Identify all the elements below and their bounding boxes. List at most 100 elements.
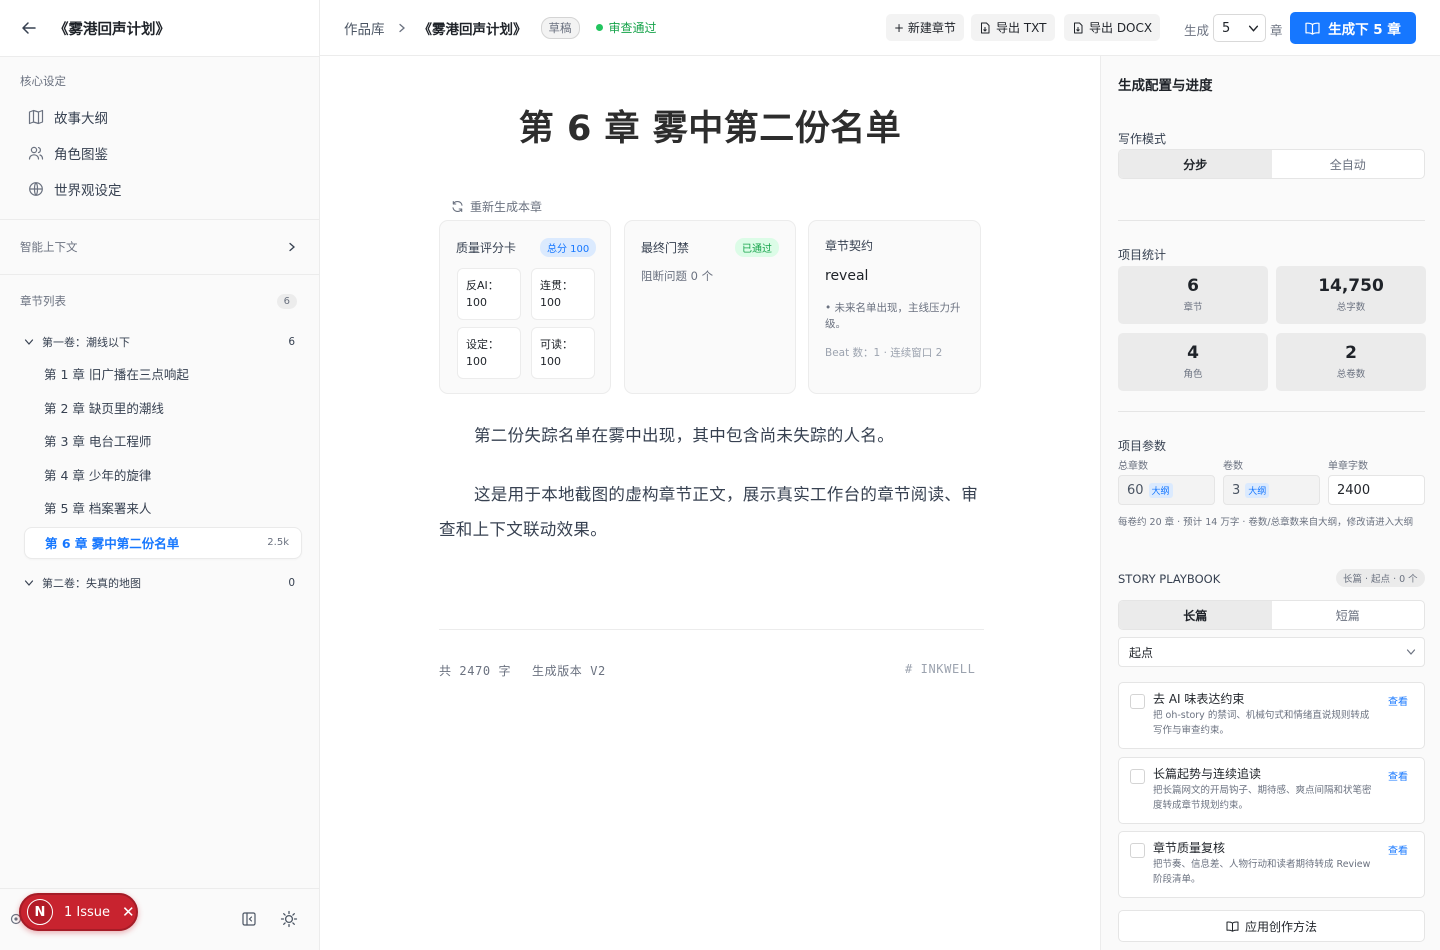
write-mode-label: 写作模式 <box>1118 132 1167 146</box>
method-card-long-hook: 长篇起势与连续追读 把长篇网文的开局钩子、期待感、爽点间隔和状笔密度转成章节规划… <box>1118 757 1425 824</box>
chevron-down-icon <box>24 339 34 345</box>
params-label: 项目参数 <box>1118 439 1167 453</box>
chapter-list-label: 章节列表 <box>20 294 66 308</box>
core-item-outline[interactable]: 故事大纲 <box>20 99 299 135</box>
divider <box>1118 411 1425 412</box>
playbook-label: STORY PLAYBOOK <box>1118 572 1221 586</box>
chevron-right-icon <box>289 242 295 252</box>
method-title: 章节质量复核 <box>1153 841 1226 855</box>
sidebar-header: 《雾港回声计划》 <box>0 0 319 57</box>
core-item-characters-label: 角色图鉴 <box>54 147 108 163</box>
playbook-short[interactable]: 短篇 <box>1272 601 1425 629</box>
stats-label: 项目统计 <box>1118 248 1167 262</box>
playbook-length-toggle: 长篇 短篇 <box>1118 600 1425 630</box>
method-desc: 把 oh-story 的禁词、机械句式和情绪直说规则转成写作与审查约束。 <box>1153 710 1370 736</box>
theme-sun-icon[interactable] <box>279 909 299 929</box>
method-checkbox[interactable] <box>1130 769 1145 784</box>
core-item-worldview[interactable]: 世界观设定 <box>20 171 299 207</box>
method-checkbox[interactable] <box>1130 843 1145 858</box>
collapse-sidebar-icon[interactable] <box>239 909 259 929</box>
back-arrow-icon[interactable] <box>18 17 40 39</box>
active-chapter-word-count: 2.5k <box>267 537 289 548</box>
users-icon <box>28 146 44 160</box>
blocking-issues: 阻断问题 0 个 <box>641 269 714 283</box>
smart-context-label: 智能上下文 <box>20 240 78 254</box>
issue-avatar: N <box>27 899 53 925</box>
sidebar-footer: N 1 Issue ✕ <box>0 888 319 950</box>
method-checkbox[interactable] <box>1130 694 1145 709</box>
stat-total-words: 14,750 总字数 <box>1276 266 1426 324</box>
stat-value: 6 <box>1187 276 1199 296</box>
chapter-item-5[interactable]: 第 5 章 档案署来人 <box>0 491 319 525</box>
chapter-item-1[interactable]: 第 1 章 旧广播在三点响起 <box>0 357 319 391</box>
export-docx-button[interactable]: 导出 DOCX <box>1064 14 1161 41</box>
core-settings-section: 核心设定 故事大纲 角色图鉴 世界观设定 <box>0 57 319 220</box>
generate-count-select[interactable]: 5 <box>1213 14 1266 42</box>
sidebar: 《雾港回声计划》 核心设定 故事大纲 角色图鉴 世界观设定 智能上下文 章节列表… <box>0 0 320 950</box>
breadcrumb-library[interactable]: 作品库 <box>344 18 385 38</box>
gate-status-badge: 已通过 <box>735 238 779 257</box>
method-view-link[interactable]: 查看 <box>1388 842 1408 857</box>
score-label: 反AI： <box>466 279 499 292</box>
playbook-long[interactable]: 长篇 <box>1119 601 1272 629</box>
chapter-contract-card: 章节契约 reveal • 未来名单出现，主线压力升级。 Beat 数：1 · … <box>808 220 981 394</box>
chapter-paragraph-2: 这是用于本地截图的虚构章节正文，展示真实工作台的章节阅读、审查和上下文联动效果。 <box>439 485 978 539</box>
close-icon[interactable]: ✕ <box>122 903 135 921</box>
new-chapter-label: + 新建章节 <box>894 21 956 35</box>
final-gate-card: 最终门禁 已通过 阻断问题 0 个 <box>624 220 796 394</box>
stat-value: 14,750 <box>1318 276 1384 296</box>
regenerate-chapter-button[interactable]: 重新生成本章 <box>451 198 542 215</box>
chapter-words-input[interactable]: 2400 <box>1328 475 1425 505</box>
generate-suffix-label: 章 <box>1270 23 1283 38</box>
method-view-link[interactable]: 查看 <box>1388 693 1408 708</box>
chapter-count-badge: 6 <box>276 293 297 309</box>
total-chapters-field: 60 大纲 <box>1118 475 1215 505</box>
issue-badge[interactable]: N 1 Issue ✕ <box>19 893 138 931</box>
chapter-item-3[interactable]: 第 3 章 电台工程师 <box>0 424 319 458</box>
word-count-meta: 共 2470 字 <box>439 664 512 678</box>
chapter-item-2[interactable]: 第 2 章 缺页里的潮线 <box>0 391 319 425</box>
quality-score-card: 质量评分卡 总分 100 反AI： 100 连贯： 100 设定： 100 可读… <box>439 220 611 394</box>
core-item-characters[interactable]: 角色图鉴 <box>20 135 299 171</box>
panel-title: 生成配置与进度 <box>1118 78 1213 94</box>
stat-value: 4 <box>1187 343 1199 363</box>
divider <box>1118 220 1425 221</box>
param-words-label: 单章字数 <box>1328 461 1368 472</box>
volumes-field: 3 大纲 <box>1223 475 1320 505</box>
total-chapters-value: 60 <box>1127 482 1144 498</box>
platform-select[interactable]: 起点 <box>1118 637 1425 667</box>
write-mode-auto[interactable]: 全自动 <box>1272 150 1425 178</box>
core-settings-label: 核心设定 <box>20 74 66 88</box>
score-value: 100 <box>466 296 487 309</box>
smart-context-toggle[interactable]: 智能上下文 <box>0 220 319 275</box>
method-view-link[interactable]: 查看 <box>1388 768 1408 783</box>
score-anti-ai: 反AI： 100 <box>457 268 521 320</box>
generate-next-button[interactable]: 生成下 5 章 <box>1290 12 1416 44</box>
export-txt-label: 导出 TXT <box>996 21 1047 35</box>
generate-count-value: 5 <box>1222 20 1231 36</box>
score-value: 100 <box>540 296 561 309</box>
core-item-worldview-label: 世界观设定 <box>54 183 122 199</box>
volume-row-2[interactable]: 第二卷：失真的地图 0 <box>0 568 319 598</box>
contract-keyword: reveal <box>825 268 869 284</box>
chapter-title: 第 6 章 雾中第二份名单 <box>518 109 902 149</box>
book-open-icon <box>1305 22 1320 35</box>
quality-card-title: 质量评分卡 <box>456 241 517 255</box>
stat-label: 角色 <box>1183 369 1203 380</box>
chapter-item-6-active[interactable]: 第 6 章 雾中第二份名单 2.5k <box>24 526 302 559</box>
status-dot-icon <box>595 24 603 31</box>
volume-row-1[interactable]: 第一卷：潮线以下 6 <box>0 327 319 357</box>
regenerate-label: 重新生成本章 <box>470 200 543 214</box>
score-readability: 可读： 100 <box>531 327 595 379</box>
new-chapter-button[interactable]: + 新建章节 <box>886 14 964 41</box>
volumes-value: 3 <box>1232 482 1241 498</box>
volume-2-count: 0 <box>288 576 295 589</box>
write-mode-step[interactable]: 分步 <box>1119 150 1272 178</box>
apply-method-button[interactable]: 应用创作方法 <box>1118 910 1425 942</box>
params-note: 每卷约 20 章 · 预计 14 万字 · 卷数/总章数来自大纲，修改请进入大纲 <box>1118 517 1414 528</box>
stat-label: 总卷数 <box>1336 369 1366 380</box>
export-txt-button[interactable]: 导出 TXT <box>971 14 1055 41</box>
active-chapter-label: 第 6 章 雾中第二份名单 <box>45 536 180 551</box>
method-card-quality-review: 章节质量复核 把节奏、信息差、人物行动和读者期待转成 Review 阶段清单。 … <box>1118 831 1425 898</box>
chapter-item-4[interactable]: 第 4 章 少年的旋律 <box>0 458 319 492</box>
